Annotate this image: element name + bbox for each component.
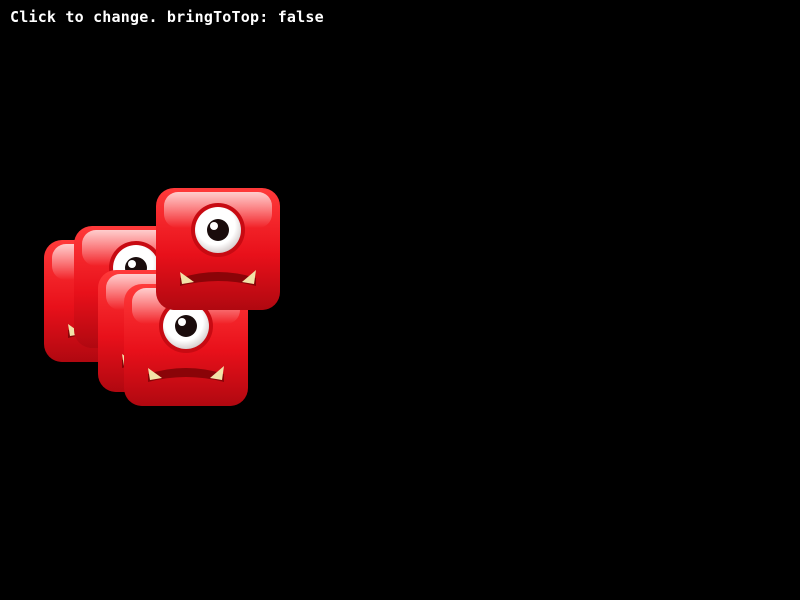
status-text: Click to change. bringToTop: false	[10, 8, 324, 26]
red-cyclops-monster-icon	[154, 186, 282, 314]
monster-sprite[interactable]	[154, 186, 282, 314]
game-canvas[interactable]: Click to change. bringToTop: false	[0, 0, 800, 600]
